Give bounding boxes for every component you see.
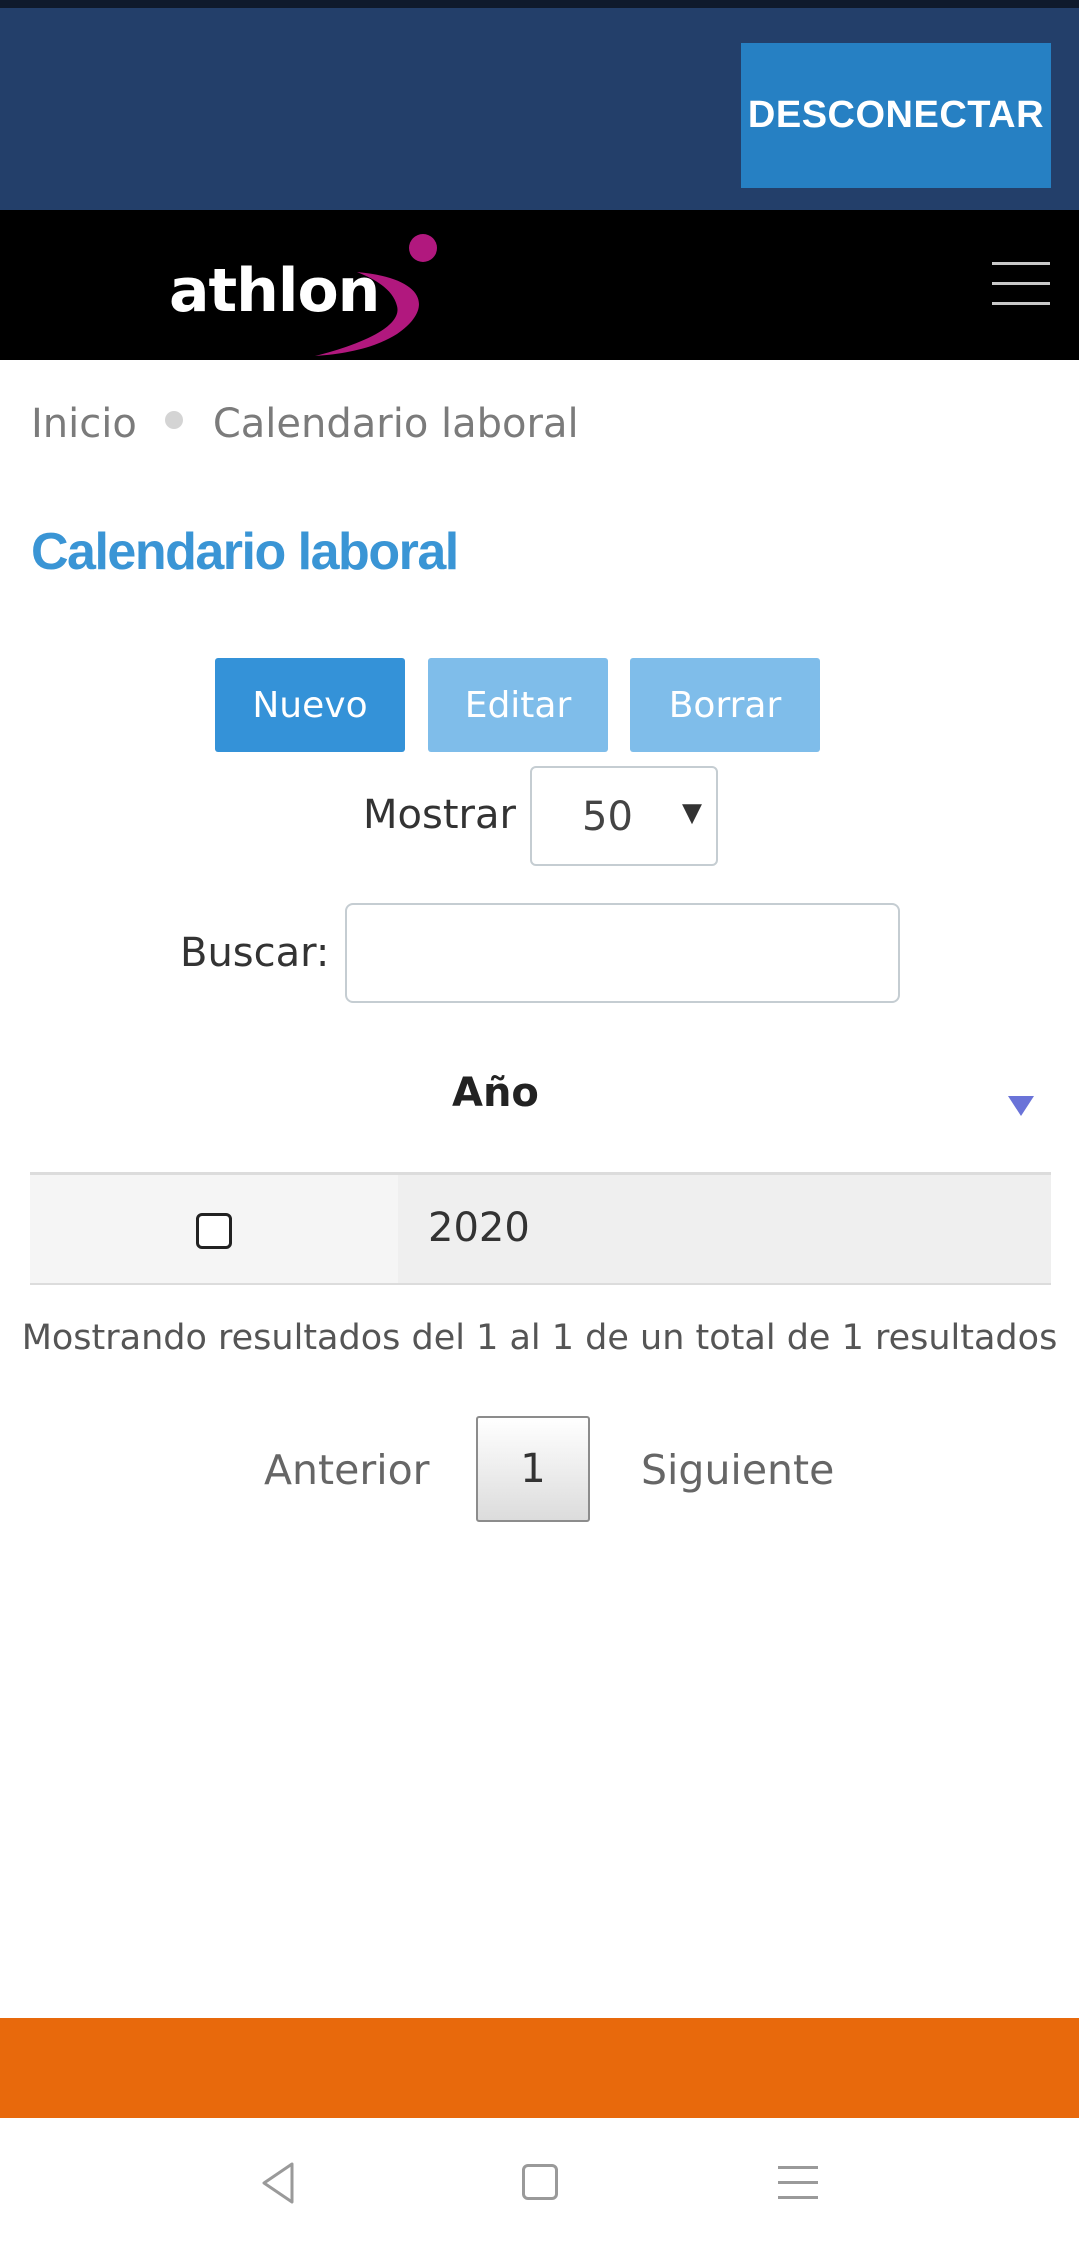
new-button[interactable]: Nuevo [215,658,405,752]
row-checkbox[interactable] [196,1213,232,1249]
delete-button[interactable]: Borrar [630,658,820,752]
pagination-next[interactable]: Siguiente [641,1446,834,1494]
year-value: 2020 [428,1205,530,1251]
hamburger-icon[interactable] [992,262,1050,306]
row-checkbox-cell [30,1175,398,1283]
pagination-previous[interactable]: Anterior [264,1446,430,1494]
table-row[interactable]: 2020 [30,1172,1051,1285]
page-title: Calendario laboral [31,523,459,581]
search-label: Buscar: [180,930,330,976]
home-icon[interactable] [522,2164,558,2200]
show-entries-label: Mostrar [363,792,516,838]
athlon-logo[interactable]: athlon [165,228,455,358]
top-bar: DESCONECTAR [0,8,1079,210]
recent-apps-icon[interactable] [778,2166,818,2200]
breadcrumb-separator-icon [164,411,183,429]
table-info: Mostrando resultados del 1 al 1 de un to… [21,1318,1058,1358]
show-entries-select[interactable]: 50 ▼ [530,766,718,866]
back-icon[interactable] [258,2160,298,2206]
show-entries-value: 50 [582,794,633,840]
year-cell: 2020 [398,1175,1051,1283]
dropdown-arrow-icon: ▼ [682,798,702,828]
edit-button[interactable]: Editar [428,658,608,752]
column-header-year[interactable]: Año [452,1070,539,1116]
status-strip [0,0,1079,8]
footer-bar [0,2018,1079,2118]
breadcrumb-current: Calendario laboral [212,401,579,447]
brand-bar: athlon [0,210,1079,360]
sort-desc-icon[interactable] [1008,1096,1034,1116]
disconnect-button[interactable]: DESCONECTAR [741,43,1051,188]
system-nav-bar [0,2118,1079,2250]
breadcrumb: Inicio Calendario laboral [31,396,579,452]
pagination-page-1[interactable]: 1 [476,1416,590,1522]
breadcrumb-home[interactable]: Inicio [31,401,137,447]
search-input[interactable] [345,903,900,1003]
logo-text: athlon [169,256,380,326]
